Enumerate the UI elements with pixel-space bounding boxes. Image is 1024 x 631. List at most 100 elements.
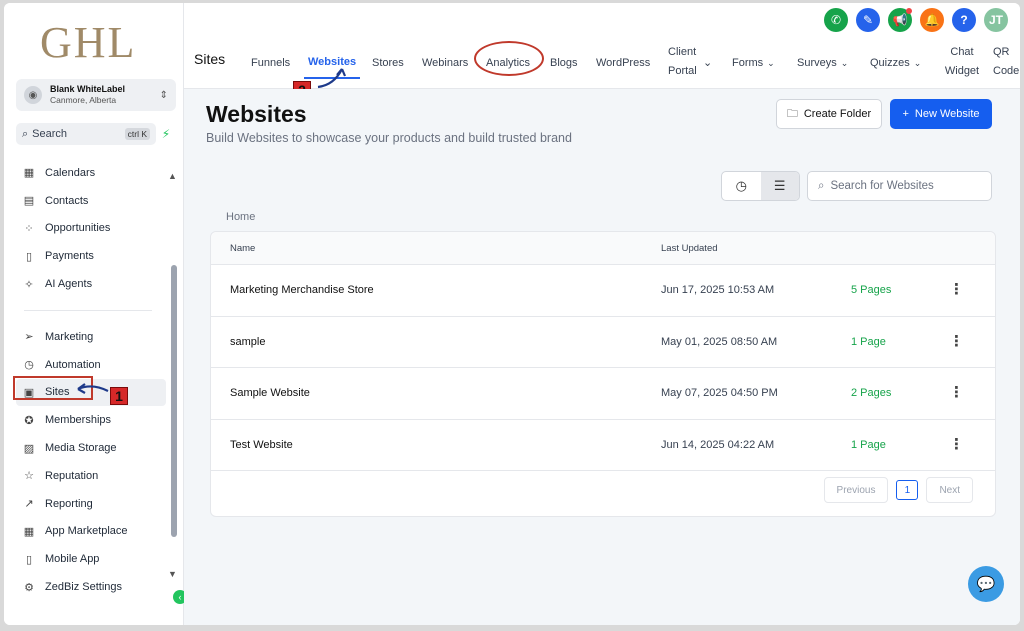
more-options-icon[interactable]: ⋮ <box>949 280 964 298</box>
support-chat-icon[interactable]: 💬 <box>968 566 1004 602</box>
top-navigation: ✆ ✎ 📢 🔔 ? JT Sites Funnels Websites Stor… <box>184 3 1020 99</box>
page-count-link[interactable]: 1 Page <box>851 439 886 451</box>
table-row[interactable]: Sample Website May 07, 2025 04:50 PM 2 P… <box>211 368 995 420</box>
more-options-icon[interactable]: ⋮ <box>949 332 964 350</box>
website-name[interactable]: sample <box>230 336 265 348</box>
sidebar-item-zedbiz-settings[interactable]: ⚙ ZedBiz Settings <box>16 573 166 601</box>
send-icon: ➢ <box>24 331 34 344</box>
sidebar-item-app-marketplace[interactable]: ▦ App Marketplace <box>16 518 166 546</box>
app-window: GHL ◉ Blank WhiteLabel Canmore, Alberta … <box>4 3 1020 625</box>
account-location: Canmore, Alberta <box>50 95 117 105</box>
main-content: Websites Build Websites to showcase your… <box>184 89 1020 625</box>
chart-icon: ↗ <box>24 498 34 511</box>
tab-wordpress[interactable]: WordPress <box>596 53 650 73</box>
sidebar-item-label: Automation <box>45 358 101 371</box>
more-options-icon[interactable]: ⋮ <box>949 383 964 401</box>
tab-stores[interactable]: Stores <box>372 53 404 73</box>
page-title: Websites <box>206 101 307 127</box>
quick-actions-bolt-icon[interactable]: ⚡ <box>156 123 176 145</box>
phone-icon[interactable]: ✆ <box>824 8 848 32</box>
sidebar-nav-top: ▦ Calendars ▤ Contacts ⁘ Opportunities ▯… <box>16 159 166 298</box>
table-header: Name Last Updated <box>211 232 995 265</box>
search-placeholder: Search for Websites <box>830 180 934 192</box>
sidebar-item-label: ZedBiz Settings <box>45 581 123 594</box>
sidebar-item-mobile-app[interactable]: ▯ Mobile App <box>16 545 166 573</box>
sidebar-item-label: Memberships <box>45 414 112 427</box>
sidebar-item-label: Media Storage <box>45 442 117 455</box>
next-page-button[interactable]: Next <box>926 477 973 503</box>
sidebar-item-opportunities[interactable]: ⁘ Opportunities <box>16 215 166 243</box>
bell-icon[interactable]: 🔔 <box>920 8 944 32</box>
tab-qr-code[interactable]: QR Code <box>993 43 1020 81</box>
websites-search-input[interactable]: ⌕ Search for Websites <box>807 171 992 201</box>
megaphone-icon[interactable]: 📢 <box>888 8 912 32</box>
section-title: Sites <box>194 51 226 67</box>
new-website-button[interactable]: + New Website <box>890 99 992 129</box>
sidebar-scrollbar[interactable] <box>171 265 177 537</box>
tab-quizzes[interactable]: Quizzes ⌄ <box>870 53 921 73</box>
table-row[interactable]: sample May 01, 2025 08:50 AM 1 Page ⋮ <box>211 317 995 368</box>
tab-surveys[interactable]: Surveys ⌄ <box>797 53 848 73</box>
recent-view-clock-icon[interactable]: ◷ <box>722 172 761 200</box>
page-count-link[interactable]: 1 Page <box>851 336 886 348</box>
tab-webinars[interactable]: Webinars <box>422 53 468 73</box>
sidebar-item-reputation[interactable]: ☆ Reputation <box>16 462 166 490</box>
previous-page-button[interactable]: Previous <box>823 477 889 503</box>
create-folder-button[interactable]: 🗀 Create Folder <box>776 99 882 129</box>
chevron-down-icon[interactable]: ⌄ <box>703 53 712 73</box>
sidebar-divider <box>24 310 152 311</box>
tab-client-portal[interactable]: Client Portal <box>668 43 724 81</box>
tab-funnels[interactable]: Funnels <box>251 53 290 73</box>
search-icon: ⌕ <box>22 127 29 140</box>
help-icon[interactable]: ? <box>952 8 976 32</box>
sidebar-item-label: App Marketplace <box>45 525 128 538</box>
user-avatar[interactable]: JT <box>984 8 1008 32</box>
location-avatar-icon: ◉ <box>24 86 42 104</box>
chevron-updown-icon: ⇕ <box>159 89 168 101</box>
page-1-button[interactable]: 1 <box>896 480 919 500</box>
sidebar-item-ai-agents[interactable]: ✧ AI Agents <box>16 270 166 298</box>
sidebar-item-reporting[interactable]: ↗ Reporting <box>16 490 166 518</box>
scroll-down-icon[interactable]: ▼ <box>168 569 177 579</box>
sidebar-item-label: Marketing <box>45 330 94 343</box>
sidebar-item-marketing[interactable]: ➢ Marketing <box>16 323 166 351</box>
breadcrumb[interactable]: Home <box>226 211 255 223</box>
sidebar-item-label: Calendars <box>45 166 96 179</box>
table-row[interactable]: Test Website Jun 14, 2025 04:22 AM 1 Pag… <box>211 420 995 471</box>
sparkle-icon: ✧ <box>24 278 34 291</box>
tab-forms[interactable]: Forms ⌄ <box>732 53 775 73</box>
sidebar-item-calendars[interactable]: ▦ Calendars <box>16 159 166 187</box>
tab-blogs[interactable]: Blogs <box>550 53 578 73</box>
grid-icon: ▦ <box>23 525 35 538</box>
search-shortcut: ctrl K <box>124 128 150 140</box>
settings-icon: ⚙ <box>24 581 34 594</box>
scroll-up-icon[interactable]: ▲ <box>168 171 177 181</box>
more-options-icon[interactable]: ⋮ <box>949 435 964 453</box>
sidebar: GHL ◉ Blank WhiteLabel Canmore, Alberta … <box>4 3 187 625</box>
column-last-updated: Last Updated <box>661 243 718 254</box>
sidebar-item-media-storage[interactable]: ▨ Media Storage <box>16 434 166 462</box>
table-row[interactable]: Marketing Merchandise Store Jun 17, 2025… <box>211 265 995 317</box>
sidebar-item-payments[interactable]: ▯ Payments <box>16 242 166 270</box>
page-count-link[interactable]: 5 Pages <box>851 284 891 296</box>
award-icon: ✪ <box>24 414 34 427</box>
website-name[interactable]: Sample Website <box>230 387 310 399</box>
list-view-icon[interactable]: ☰ <box>760 172 799 200</box>
sidebar-item-label: Reporting <box>45 497 93 510</box>
page-count-link[interactable]: 2 Pages <box>851 387 891 399</box>
tools-icon[interactable]: ✎ <box>856 8 880 32</box>
ghl-logo: GHL <box>40 18 137 67</box>
account-name: Blank WhiteLabel <box>50 84 126 94</box>
sidebar-item-automation[interactable]: ◷ Automation <box>16 351 166 379</box>
contacts-icon: ▤ <box>23 195 35 208</box>
sidebar-item-contacts[interactable]: ▤ Contacts <box>16 187 166 215</box>
annotation-circle-websites <box>474 41 544 76</box>
annotation-arrow-2 <box>317 68 347 89</box>
sidebar-item-memberships[interactable]: ✪ Memberships <box>16 406 166 434</box>
account-switcher[interactable]: ◉ Blank WhiteLabel Canmore, Alberta ⇕ <box>16 79 176 111</box>
website-name[interactable]: Marketing Merchandise Store <box>230 284 374 296</box>
sidebar-search[interactable]: ⌕ Search ctrl K <box>16 123 156 145</box>
website-name[interactable]: Test Website <box>230 439 293 451</box>
tab-chat-widget[interactable]: Chat Widget <box>941 43 983 81</box>
star-icon: ☆ <box>24 470 34 483</box>
